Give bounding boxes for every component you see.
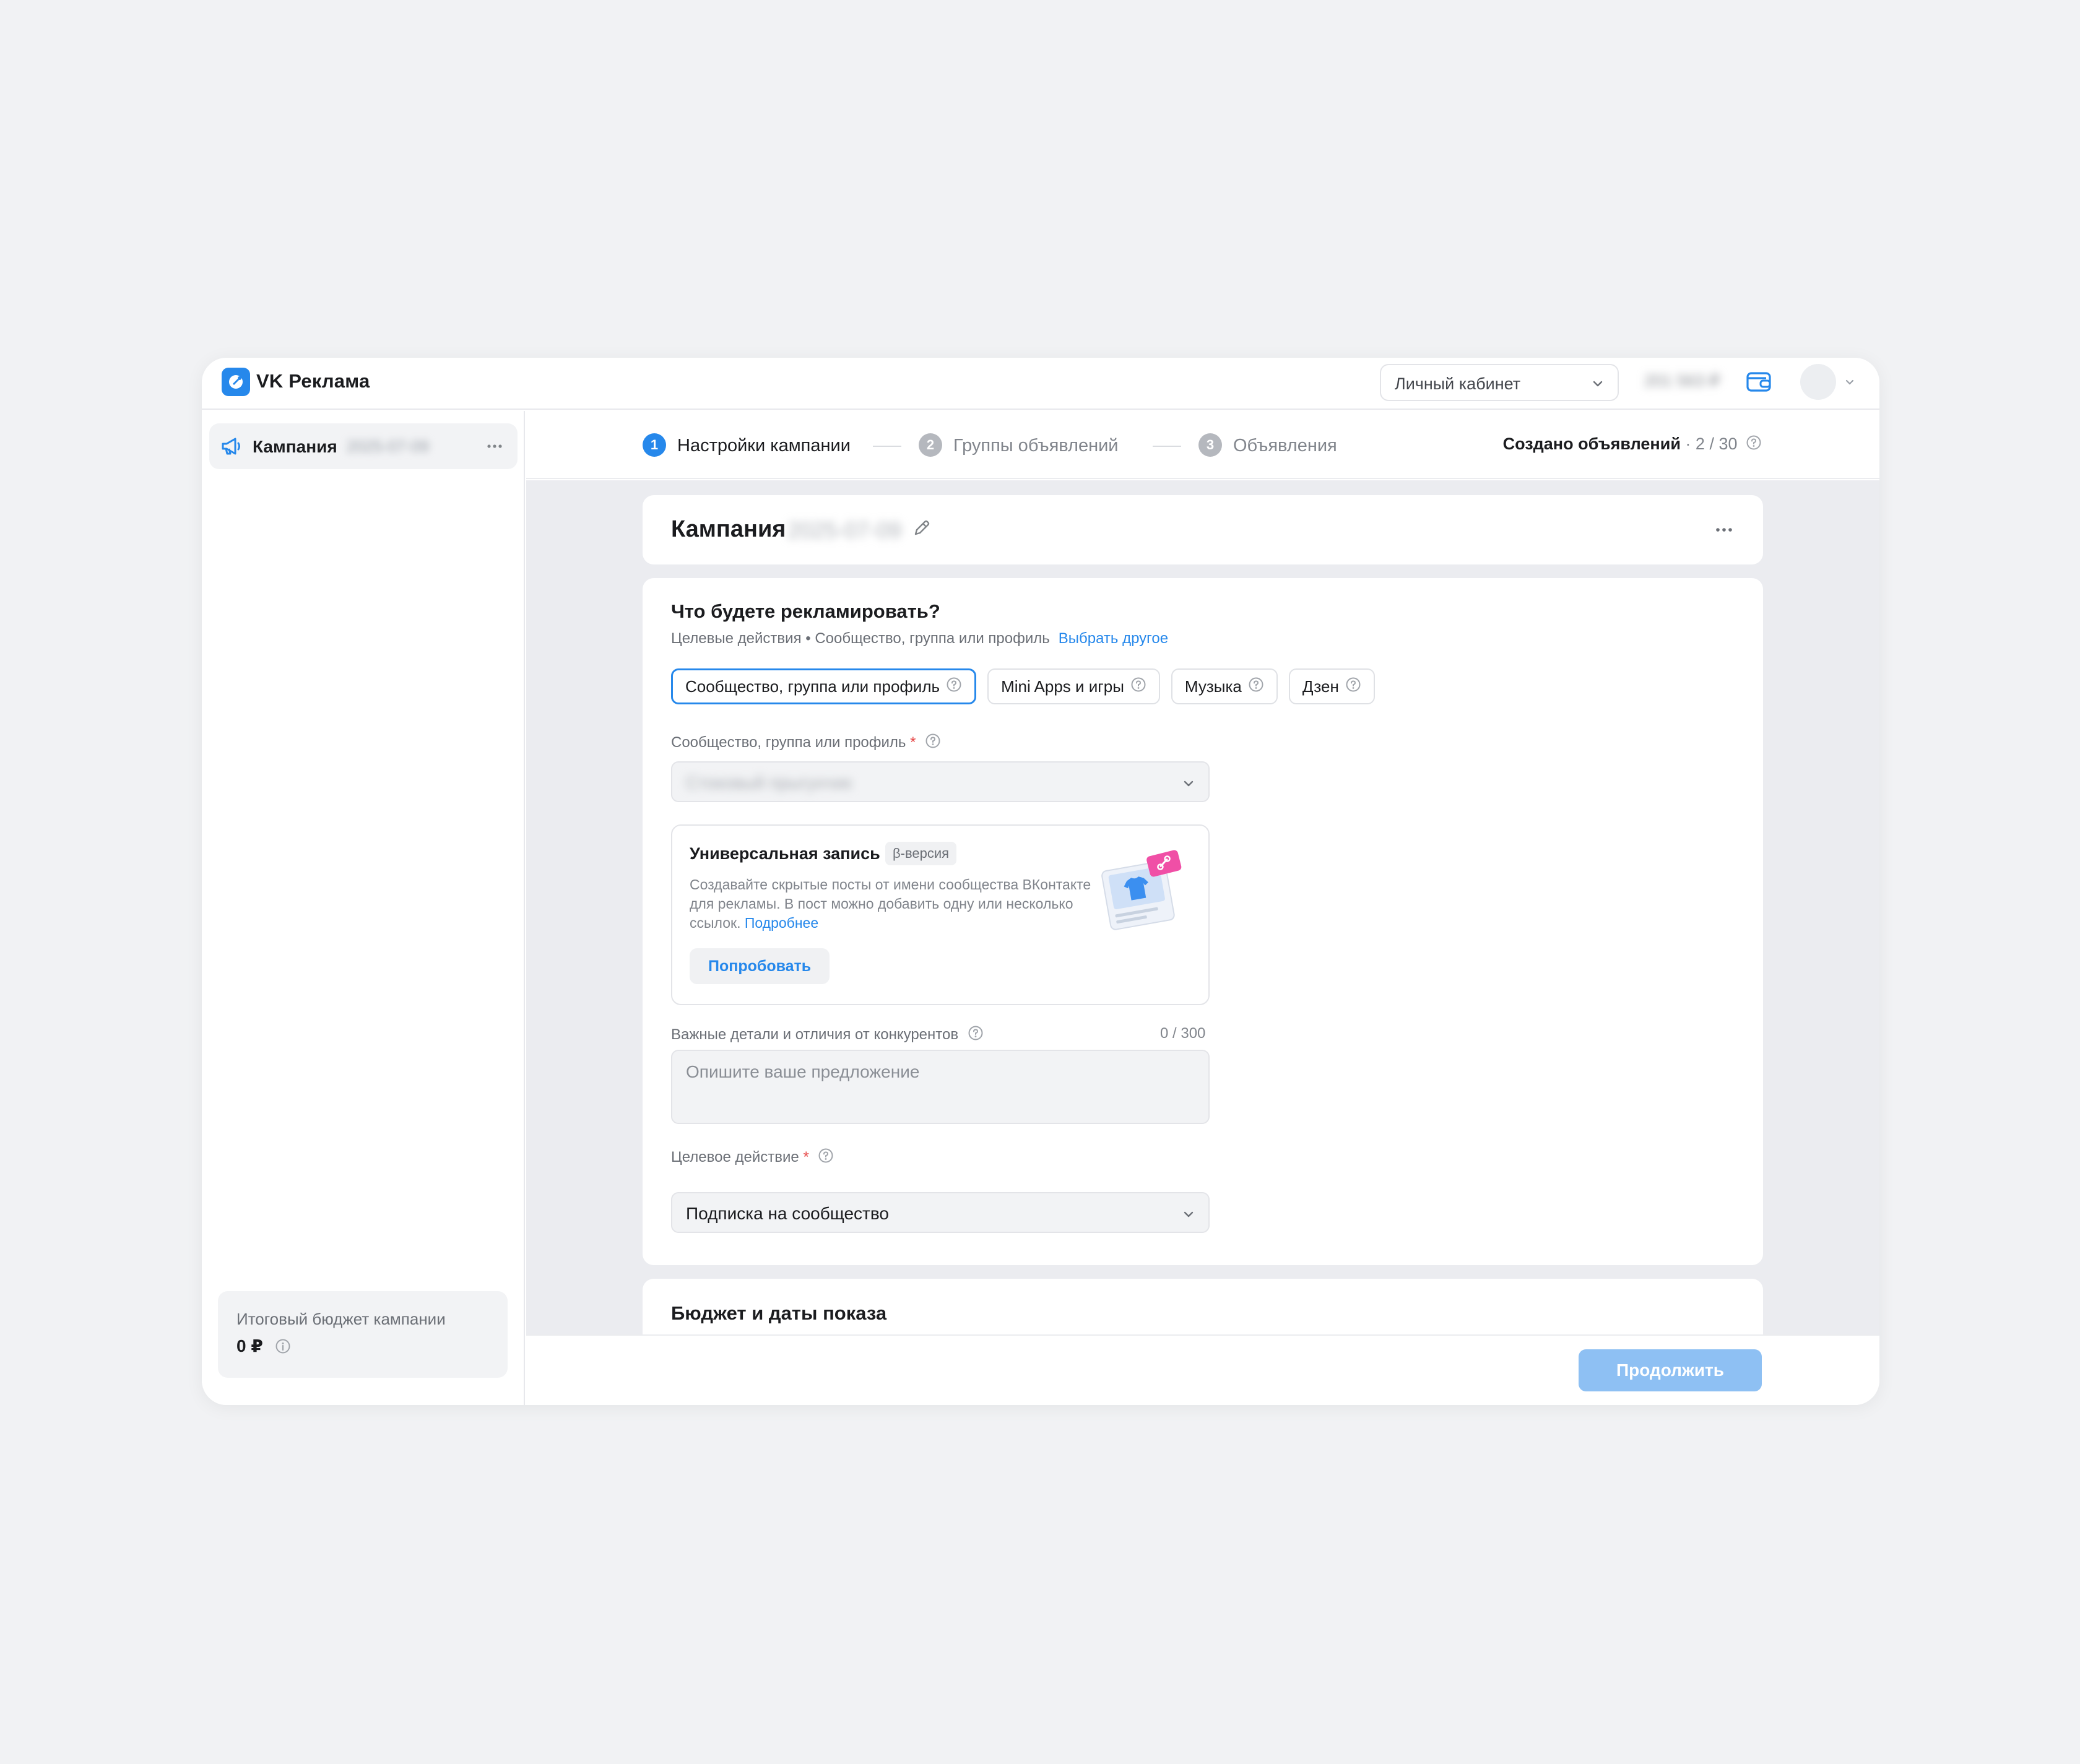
chip-label: Дзен bbox=[1302, 677, 1339, 696]
post-illustration-icon bbox=[1097, 844, 1184, 934]
textarea-placeholder: Опишите ваше предложение bbox=[686, 1062, 920, 1081]
chip-mini-apps[interactable]: Mini Apps и игры bbox=[987, 668, 1160, 704]
budget-label: Итоговый бюджет кампании bbox=[236, 1310, 446, 1328]
chevron-down-icon bbox=[1181, 776, 1196, 794]
step-label: Группы объявлений bbox=[953, 436, 1119, 456]
help-icon[interactable] bbox=[946, 677, 962, 697]
promo-description: Создавайте скрытые посты от имени сообще… bbox=[690, 875, 1098, 933]
community-select-value: Стоковый прыгунчик bbox=[686, 773, 852, 792]
info-icon[interactable] bbox=[275, 1338, 291, 1357]
chip-label: Mini Apps и игры bbox=[1001, 677, 1124, 696]
section-title: Что будете рекламировать? bbox=[671, 600, 940, 622]
step-label: Настройки кампании bbox=[677, 436, 851, 456]
help-icon[interactable] bbox=[818, 1148, 834, 1168]
step-divider bbox=[873, 446, 901, 447]
community-select[interactable]: Стоковый прыгунчик bbox=[671, 761, 1210, 802]
ads-created-sep: · bbox=[1680, 435, 1696, 453]
object-type-chips: Сообщество, группа или профиль Mini Apps… bbox=[671, 668, 1375, 704]
target-action-value: Подписка на сообщество bbox=[686, 1204, 890, 1223]
vk-ads-logo-icon[interactable] bbox=[222, 368, 250, 396]
chevron-down-icon bbox=[1590, 376, 1605, 394]
sidebar-item-campaign[interactable]: Кампания 2025-07-09 bbox=[209, 423, 518, 469]
campaign-title-card: Кампания 2025-07-09 bbox=[643, 495, 1763, 564]
account-select[interactable]: Личный кабинет bbox=[1380, 364, 1619, 401]
step-number: 1 bbox=[643, 433, 666, 457]
chip-community[interactable]: Сообщество, группа или профиль bbox=[671, 668, 977, 704]
continue-button[interactable]: Продолжить bbox=[1579, 1349, 1762, 1391]
try-button[interactable]: Попробовать bbox=[690, 948, 830, 984]
what-to-advertise-card: Что будете рекламировать? Целевые действ… bbox=[643, 578, 1763, 1265]
budget-dates-card: Бюджет и даты показа bbox=[643, 1279, 1763, 1334]
help-icon[interactable] bbox=[1130, 677, 1146, 697]
chip-music[interactable]: Музыка bbox=[1171, 668, 1278, 704]
campaign-date: 2025-07-09 bbox=[787, 517, 902, 543]
campaign-total-budget: Итоговый бюджет кампании 0 ₽ bbox=[218, 1291, 508, 1378]
field-label-text: Важные детали и отличия от конкурентов bbox=[671, 1026, 959, 1043]
beta-badge: β-версия bbox=[885, 842, 957, 865]
footer-bar: Продолжить bbox=[526, 1334, 1879, 1405]
ads-created-counter: Создано объявлений · 2 / 30 bbox=[1503, 435, 1762, 455]
account-balance: 201 563 ₽ bbox=[1644, 371, 1720, 390]
step-number: 3 bbox=[1198, 433, 1222, 457]
more-dots-icon[interactable] bbox=[485, 437, 504, 459]
target-action-label: Целевое действие * bbox=[671, 1148, 834, 1168]
step-divider bbox=[1153, 446, 1181, 447]
details-textarea[interactable]: Опишите ваше предложение bbox=[671, 1050, 1210, 1124]
sidebar: Кампания 2025-07-09 Итоговый бюджет камп… bbox=[202, 411, 525, 1405]
budget-value: 0 ₽ bbox=[236, 1336, 263, 1355]
pencil-icon[interactable] bbox=[911, 517, 932, 542]
char-counter: 0 / 300 bbox=[1160, 1025, 1206, 1042]
chip-dzen[interactable]: Дзен bbox=[1288, 668, 1375, 704]
choose-other-link[interactable]: Выбрать другое bbox=[1059, 630, 1168, 647]
target-action-select[interactable]: Подписка на сообщество bbox=[671, 1192, 1210, 1233]
required-mark: * bbox=[910, 733, 916, 751]
chevron-down-icon bbox=[1181, 1207, 1196, 1225]
main-content: Кампания 2025-07-09 Что будете рекламиро… bbox=[526, 480, 1879, 1334]
budget-section-title: Бюджет и даты показа bbox=[671, 1302, 887, 1324]
community-field-label: Сообщество, группа или профиль * bbox=[671, 733, 941, 753]
steps-bar: 1 Настройки кампании 2 Группы объявлений… bbox=[526, 411, 1879, 479]
top-header: VK Реклама Личный кабинет 201 563 ₽ bbox=[202, 358, 1879, 410]
campaign-title: Кампания bbox=[671, 516, 786, 542]
ads-created-label: Создано объявлений bbox=[1502, 435, 1681, 453]
sidebar-item-date: 2025-07-09 bbox=[347, 437, 429, 456]
megaphone-icon bbox=[220, 436, 243, 459]
sidebar-item-label: Кампания bbox=[253, 437, 337, 456]
help-icon[interactable] bbox=[968, 1025, 984, 1045]
step-label: Объявления bbox=[1233, 436, 1337, 456]
ads-created-count: 2 / 30 bbox=[1695, 435, 1738, 453]
promo-title: Универсальная запись bbox=[690, 844, 880, 863]
chip-label: Сообщество, группа или профиль bbox=[685, 677, 940, 696]
field-label-text: Сообщество, группа или профиль bbox=[671, 733, 906, 751]
chip-label: Музыка bbox=[1184, 677, 1242, 696]
help-icon[interactable] bbox=[925, 733, 941, 753]
subtitle-text: Целевые действия • Сообщество, группа ил… bbox=[671, 630, 1050, 647]
step-number: 2 bbox=[919, 433, 942, 457]
help-icon[interactable] bbox=[1248, 677, 1264, 697]
chevron-down-icon[interactable] bbox=[1844, 376, 1856, 392]
section-subtitle: Целевые действия • Сообщество, группа ил… bbox=[671, 630, 1168, 647]
account-select-value: Личный кабинет bbox=[1395, 374, 1521, 393]
app-window: VK Реклама Личный кабинет 201 563 ₽ Камп… bbox=[202, 358, 1879, 1405]
required-mark: * bbox=[803, 1148, 809, 1165]
details-field-label: Важные детали и отличия от конкурентов bbox=[671, 1025, 984, 1045]
field-label-text: Целевое действие bbox=[671, 1148, 799, 1165]
universal-post-promo: Универсальная запись β-версия Создавайте… bbox=[671, 824, 1210, 1005]
brand-name[interactable]: VK Реклама bbox=[256, 370, 370, 392]
promo-more-link[interactable]: Подробнее bbox=[745, 915, 818, 931]
help-icon[interactable] bbox=[1746, 435, 1762, 455]
user-avatar[interactable] bbox=[1800, 364, 1836, 400]
more-dots-icon[interactable] bbox=[1714, 522, 1735, 540]
help-icon[interactable] bbox=[1345, 677, 1361, 697]
wallet-icon[interactable] bbox=[1746, 370, 1772, 397]
